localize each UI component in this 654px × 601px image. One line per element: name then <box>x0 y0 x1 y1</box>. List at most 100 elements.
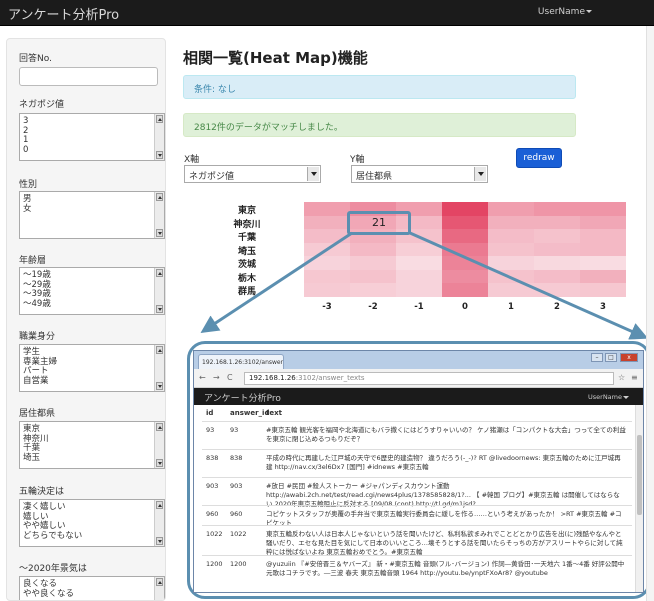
scroll-down-icon[interactable] <box>156 151 163 159</box>
heatmap-cell[interactable] <box>580 229 626 243</box>
gender-listbox[interactable]: 男 女 <box>19 191 165 239</box>
y-axis-select[interactable]: 居住都県 <box>351 165 488 183</box>
heatmap-cell[interactable] <box>580 283 626 297</box>
heatmap-cell[interactable] <box>534 202 580 216</box>
user-menu[interactable]: UserName <box>538 7 592 17</box>
heatmap-cell[interactable] <box>442 242 488 256</box>
embedded-user-menu[interactable]: UserName <box>588 393 629 401</box>
chevron-down-icon[interactable] <box>474 167 486 181</box>
listbox-scrollbar[interactable] <box>154 192 164 238</box>
heatmap-cell[interactable] <box>488 283 534 297</box>
heatmap-cell[interactable] <box>442 215 488 229</box>
heatmap-cell[interactable] <box>304 269 350 283</box>
reload-icon[interactable]: C <box>227 373 233 382</box>
heatmap-cell[interactable] <box>488 229 534 243</box>
heatmap-cell[interactable] <box>488 256 534 270</box>
olympic-listbox[interactable]: 凄く嬉しい 嬉しい やや嬉しい どちらでもない <box>19 499 165 547</box>
residence-listbox[interactable]: 東京 神奈川 千葉 埼玉 <box>19 421 165 469</box>
heatmap-cell[interactable] <box>304 283 350 297</box>
heatmap-cell[interactable] <box>304 229 350 243</box>
heatmap-cell[interactable] <box>580 242 626 256</box>
heatmap-cell[interactable] <box>442 256 488 270</box>
list-option[interactable]: 女 <box>23 204 164 215</box>
list-option[interactable]: どちらでもない <box>23 531 164 542</box>
scroll-down-icon[interactable] <box>156 459 163 467</box>
scroll-down-icon[interactable] <box>156 229 163 237</box>
x-axis-select[interactable]: ネガポジ値 <box>184 165 321 183</box>
list-option[interactable]: 男 <box>23 194 164 205</box>
heatmap-cell[interactable] <box>534 283 580 297</box>
heatmap-cell[interactable] <box>396 269 442 283</box>
list-option[interactable]: 0 <box>23 145 164 156</box>
bookmark-star-icon[interactable]: ☆ <box>618 373 625 382</box>
heatmap-cell[interactable] <box>350 242 396 256</box>
scroll-down-icon[interactable] <box>156 537 163 545</box>
close-icon[interactable]: x <box>620 353 638 362</box>
heatmap-cell[interactable] <box>534 269 580 283</box>
redraw-button[interactable]: redraw <box>516 148 562 168</box>
scroll-down-icon[interactable] <box>156 382 163 390</box>
browser-tab[interactable]: 192.168.1.26:3102/answer_t <box>198 354 284 369</box>
brand-logo[interactable]: アンケート分析Pro <box>8 4 119 23</box>
scroll-up-icon[interactable] <box>156 193 163 201</box>
scroll-up-icon[interactable] <box>156 578 163 586</box>
heatmap-cell[interactable] <box>442 269 488 283</box>
scrollbar-thumb[interactable] <box>637 435 642 515</box>
heatmap-cell[interactable] <box>350 269 396 283</box>
maximize-icon[interactable]: □ <box>605 353 617 362</box>
heatmap-cell[interactable] <box>534 256 580 270</box>
heatmap-cell[interactable] <box>580 269 626 283</box>
menu-icon[interactable]: ≡ <box>631 373 638 382</box>
heatmap-cell[interactable] <box>488 242 534 256</box>
minimize-icon[interactable]: – <box>591 353 603 362</box>
heatmap-cell[interactable] <box>534 242 580 256</box>
scroll-up-icon[interactable] <box>156 115 163 123</box>
heatmap-cell[interactable] <box>442 202 488 216</box>
listbox-scrollbar[interactable] <box>154 577 164 600</box>
list-option[interactable]: 3 <box>23 116 164 127</box>
back-icon[interactable]: ← <box>199 373 206 382</box>
heatmap-cell[interactable] <box>534 229 580 243</box>
economy-listbox[interactable]: 良くなる やや良くなる <box>19 576 165 600</box>
heatmap-cell[interactable] <box>396 242 442 256</box>
negaposi-listbox[interactable]: 3 2 1 0 <box>19 113 165 161</box>
address-bar[interactable]: 192.168.1.26:3102/answer_texts <box>244 372 614 385</box>
answer-no-input[interactable] <box>19 67 158 86</box>
scroll-up-icon[interactable] <box>156 346 163 354</box>
heatmap-cell[interactable] <box>304 215 350 229</box>
list-option[interactable]: 1 <box>23 135 164 146</box>
heatmap-cell[interactable] <box>442 229 488 243</box>
heatmap-cell[interactable] <box>304 202 350 216</box>
heatmap-cell[interactable] <box>350 256 396 270</box>
age-listbox[interactable]: ～19歳 ～29歳 ～39歳 ～49歳 <box>19 267 165 315</box>
listbox-scrollbar[interactable] <box>154 422 164 468</box>
heatmap-cell[interactable] <box>304 256 350 270</box>
scroll-up-icon[interactable] <box>156 423 163 431</box>
chevron-down-icon[interactable] <box>307 167 319 181</box>
heatmap-cell[interactable] <box>488 202 534 216</box>
heatmap-cell[interactable] <box>396 283 442 297</box>
heatmap-cell[interactable] <box>304 242 350 256</box>
page-scrollbar[interactable] <box>646 26 654 601</box>
listbox-scrollbar[interactable] <box>154 114 164 160</box>
list-option[interactable]: 神奈川 <box>23 434 164 445</box>
heatmap-cell[interactable] <box>350 283 396 297</box>
heatmap-cell[interactable] <box>488 215 534 229</box>
heatmap-cell[interactable] <box>488 269 534 283</box>
listbox-scrollbar[interactable] <box>154 345 164 391</box>
list-option[interactable]: 埼玉 <box>23 453 164 464</box>
listbox-scrollbar[interactable] <box>154 268 164 314</box>
heatmap-cell[interactable] <box>442 283 488 297</box>
scroll-up-icon[interactable] <box>156 501 163 509</box>
heatmap-cell[interactable] <box>580 202 626 216</box>
list-option[interactable]: ～49歳 <box>23 299 164 310</box>
listbox-scrollbar[interactable] <box>154 500 164 546</box>
list-option[interactable]: 自営業 <box>23 376 164 387</box>
heatmap-cell[interactable] <box>580 256 626 270</box>
scroll-down-icon[interactable] <box>156 305 163 313</box>
list-option[interactable]: 2 <box>23 126 164 137</box>
forward-icon[interactable]: → <box>213 373 220 382</box>
heatmap-cell[interactable] <box>396 256 442 270</box>
heatmap-cell[interactable] <box>580 215 626 229</box>
heatmap-cell[interactable] <box>534 215 580 229</box>
